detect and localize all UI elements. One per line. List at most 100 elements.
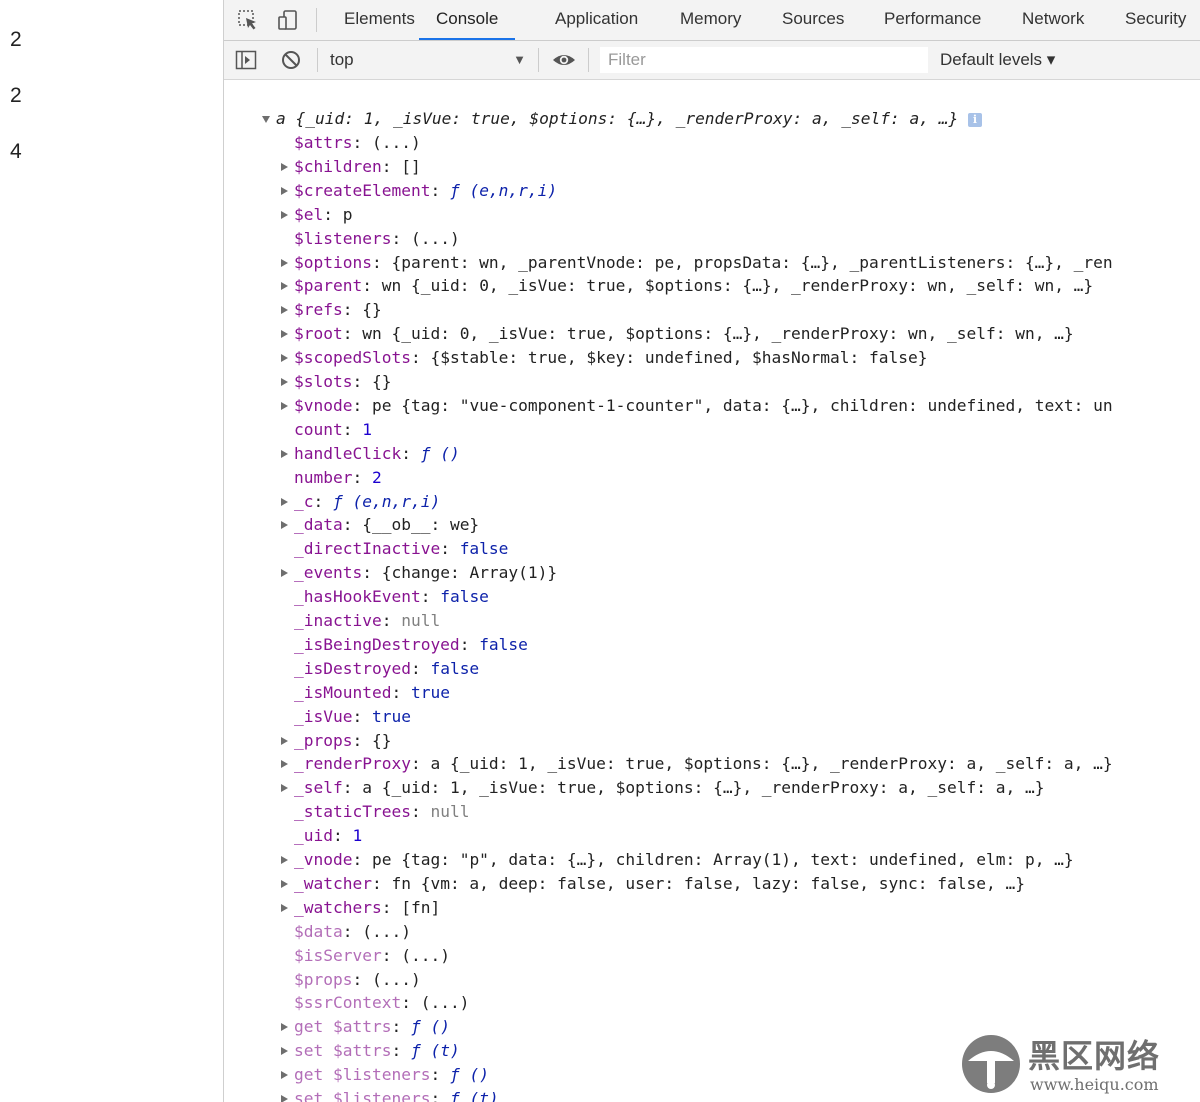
property-row[interactable]: _props: {}: [294, 729, 391, 753]
property-key: $props: [294, 970, 353, 989]
inspect-element-icon[interactable]: [236, 8, 260, 32]
expand-arrow-icon[interactable]: [281, 784, 288, 792]
tab-memory[interactable]: Memory: [680, 0, 741, 40]
property-row: _staticTrees: null: [294, 800, 469, 824]
tab-console[interactable]: Console: [419, 0, 516, 40]
expand-arrow-icon[interactable]: [281, 1023, 288, 1031]
property-key: $options: [294, 253, 372, 272]
tab-performance[interactable]: Performance: [884, 0, 981, 40]
expand-arrow-icon[interactable]: [281, 569, 288, 577]
property-row: _inactive: null: [294, 609, 440, 633]
expand-arrow-icon[interactable]: [281, 521, 288, 529]
property-value[interactable]: (...): [372, 133, 421, 152]
property-row[interactable]: $root: wn {_uid: 0, _isVue: true, $optio…: [294, 322, 1074, 346]
property-row[interactable]: $scopedSlots: {$stable: true, $key: unde…: [294, 346, 927, 370]
expand-arrow-icon[interactable]: [281, 737, 288, 745]
filter-input[interactable]: [600, 47, 928, 73]
property-row[interactable]: _vnode: pe {tag: "p", data: {…}, childre…: [294, 848, 1074, 872]
property-row[interactable]: _watchers: [fn]: [294, 896, 440, 920]
property-colon: :: [410, 659, 431, 678]
live-expression-eye-icon[interactable]: [552, 48, 576, 72]
property-key: $vnode: [294, 396, 353, 415]
property-value[interactable]: (...): [401, 946, 450, 965]
property-value: {change: Array(1)}: [381, 563, 558, 582]
property-row[interactable]: $createElement: ƒ (e,n,r,i): [294, 179, 557, 203]
property-colon: :: [352, 396, 372, 415]
property-key: _vnode: [294, 850, 353, 869]
expand-arrow-icon[interactable]: [281, 1095, 288, 1102]
property-row[interactable]: _c: ƒ (e,n,r,i): [294, 490, 440, 514]
tab-security[interactable]: Security: [1125, 0, 1186, 40]
property-colon: :: [342, 778, 363, 797]
property-key: $createElement: [294, 181, 431, 200]
expand-arrow-icon[interactable]: [281, 450, 288, 458]
info-icon[interactable]: i: [967, 112, 982, 127]
expand-arrow-icon[interactable]: [281, 306, 288, 314]
property-row[interactable]: $refs: {}: [294, 298, 382, 322]
property-row[interactable]: handleClick: ƒ (): [294, 442, 460, 466]
property-value: ƒ (e,n,r,i): [333, 492, 441, 511]
property-value: true: [371, 707, 411, 726]
property-key: $isServer: [294, 946, 382, 965]
show-sidebar-icon[interactable]: [234, 48, 258, 72]
property-colon: :: [342, 324, 363, 343]
expand-arrow-icon[interactable]: [281, 354, 288, 362]
js-context-select[interactable]: top ▼: [330, 47, 526, 73]
property-row[interactable]: _events: {change: Array(1)}: [294, 561, 557, 585]
tab-elements[interactable]: Elements: [344, 0, 415, 40]
property-row[interactable]: get $listeners: ƒ (): [294, 1063, 489, 1087]
toolbar-separator: [588, 48, 589, 72]
expand-arrow-icon[interactable]: [281, 282, 288, 290]
property-value: pe {tag: "vue-component-1-counter", data…: [371, 396, 1113, 415]
expand-arrow-icon[interactable]: [281, 760, 288, 768]
property-row[interactable]: $parent: wn {_uid: 0, _isVue: true, $opt…: [294, 274, 1093, 298]
expand-arrow-icon[interactable]: [281, 259, 288, 267]
device-toolbar-icon[interactable]: [276, 8, 300, 32]
property-row: _isDestroyed: false: [294, 657, 479, 681]
property-colon: :: [381, 157, 402, 176]
collapse-arrow-icon[interactable]: [262, 116, 270, 123]
tab-sources[interactable]: Sources: [782, 0, 844, 40]
tab-application[interactable]: Application: [555, 0, 638, 40]
property-row[interactable]: get $attrs: ƒ (): [294, 1015, 450, 1039]
property-key: _uid: [294, 826, 333, 845]
log-levels-dropdown[interactable]: Default levels ▾: [940, 47, 1055, 73]
property-row[interactable]: $options: {parent: wn, _parentVnode: pe,…: [294, 251, 1113, 275]
property-colon: :: [342, 922, 363, 941]
expand-arrow-icon[interactable]: [281, 1071, 288, 1079]
property-value[interactable]: (...): [421, 993, 470, 1012]
property-row[interactable]: $slots: {}: [294, 370, 391, 394]
property-row[interactable]: _renderProxy: a {_uid: 1, _isVue: true, …: [294, 752, 1113, 776]
property-row[interactable]: _watcher: fn {vm: a, deep: false, user: …: [294, 872, 1025, 896]
expand-arrow-icon[interactable]: [281, 402, 288, 410]
expand-arrow-icon[interactable]: [281, 856, 288, 864]
property-value[interactable]: (...): [411, 229, 460, 248]
property-row: _hasHookEvent: false: [294, 585, 489, 609]
property-key: number: [294, 468, 353, 487]
dropdown-arrow-icon: ▼: [513, 52, 526, 67]
property-row[interactable]: _self: a {_uid: 1, _isVue: true, $option…: [294, 776, 1044, 800]
property-value[interactable]: (...): [362, 922, 411, 941]
property-colon: :: [430, 1065, 450, 1084]
property-row[interactable]: $el: p: [294, 203, 353, 227]
tab-network[interactable]: Network: [1022, 0, 1084, 40]
expand-arrow-icon[interactable]: [281, 1047, 288, 1055]
expand-arrow-icon[interactable]: [281, 378, 288, 386]
property-row[interactable]: set $listeners: ƒ (t): [294, 1087, 499, 1102]
expand-arrow-icon[interactable]: [281, 163, 288, 171]
clear-console-icon[interactable]: [279, 48, 303, 72]
expand-arrow-icon[interactable]: [281, 187, 288, 195]
expand-arrow-icon[interactable]: [281, 904, 288, 912]
expand-arrow-icon[interactable]: [281, 498, 288, 506]
expand-arrow-icon[interactable]: [281, 880, 288, 888]
object-summary[interactable]: a {_uid: 1, _isVue: true, $options: {…},…: [276, 107, 982, 131]
property-row[interactable]: _data: {__ob__: we}: [294, 513, 479, 537]
property-colon: :: [342, 300, 363, 319]
property-row[interactable]: $vnode: pe {tag: "vue-component-1-counte…: [294, 394, 1113, 418]
expand-arrow-icon[interactable]: [281, 211, 288, 219]
property-row[interactable]: $children: []: [294, 155, 421, 179]
property-row[interactable]: set $attrs: ƒ (t): [294, 1039, 460, 1063]
expand-arrow-icon[interactable]: [281, 330, 288, 338]
property-value[interactable]: (...): [372, 970, 421, 989]
property-colon: :: [401, 444, 421, 463]
